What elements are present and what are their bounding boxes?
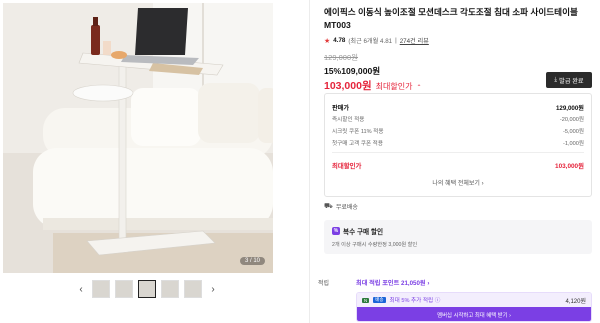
breakdown-final-row: 최대할인가 103,000원 (332, 159, 584, 171)
sale-price-label: 최대할인가 (375, 82, 413, 91)
breakdown-label: 즉시할인 적용 (332, 117, 365, 123)
shipping-info: ⛟ 무료배송 (324, 202, 358, 211)
breakdown-row: 첫구매 고객 쿠폰 적용 -1,000원 (332, 137, 584, 149)
rating-row: ★ 4.78 (최근 6개월 4.81 | 274건 리뷰 (324, 36, 592, 45)
image-counter: 3 / 10 (239, 257, 265, 265)
star-icon: ★ (324, 37, 331, 45)
breakdown-row: 시크릿 쿠폰 11% 적용 -5,000원 (332, 125, 584, 137)
thumbnail-1[interactable] (92, 280, 110, 298)
membership-promo-info: N 배송 최대 5% 추가 적립 ⓘ 4,120원 (357, 293, 591, 307)
breakdown-final-value: 103,000원 (555, 162, 584, 170)
breakdown-row: 즉시할인 적용 -20,000원 (332, 113, 584, 125)
multi-buy-description: 2개 이상 구매시 수량한정 3,000원 할인 (332, 242, 418, 248)
product-info-panel: 에이픽스 이동식 높이조절 모션데스크 각도조절 침대 소파 사이드테이블 MT… (318, 6, 592, 322)
breakdown-label: 시크릿 쿠폰 11% 적용 (332, 129, 384, 135)
chevron-up-icon[interactable]: ⌃ (416, 84, 421, 91)
breakdown-divider (332, 152, 584, 153)
breakdown-value: 129,000원 (555, 104, 584, 112)
rating-score: 4.78 (333, 37, 346, 44)
points-section-label: 적립 (318, 281, 330, 287)
rating-separator: | (395, 37, 397, 44)
start-membership-button[interactable]: 멤버십 시작하고 최대 혜택 받기 › (357, 307, 591, 321)
naver-badge: N (362, 297, 370, 303)
download-icon: ⤓ (554, 76, 558, 83)
original-price: 129,000원 (324, 53, 359, 62)
coupon-button-label: 발급 완료 (559, 77, 584, 85)
column-divider (309, 0, 310, 323)
product-main-image[interactable]: 3 / 10 (3, 3, 273, 273)
price-breakdown-box: 판매가 129,000원 즉시할인 적용 -20,000원 시크릿 쿠폰 11%… (324, 93, 592, 197)
multi-buy-discount-box: % 복수 구매 할인 2개 이상 구매시 수량한정 3,000원 할인 (324, 220, 592, 254)
thumbnail-5[interactable] (184, 280, 202, 298)
thumbnail-2[interactable] (115, 280, 133, 298)
breakdown-final-label: 최대할인가 (332, 162, 362, 170)
breakdown-value: -5,000원 (562, 129, 584, 135)
discount-icon: % (332, 227, 340, 235)
thumbnail-3[interactable] (138, 280, 156, 298)
promo-text: 최대 5% 추가 적립 ⓘ (389, 298, 441, 304)
breakdown-label: 첫구매 고객 쿠폰 적용 (332, 141, 383, 147)
thumbnail-next-button[interactable]: › (207, 284, 219, 295)
thumbnail-4[interactable] (161, 280, 179, 298)
membership-promo-box: N 배송 최대 5% 추가 적립 ⓘ 4,120원 멤버십 시작하고 최대 혜택… (356, 292, 592, 322)
max-points-link[interactable]: 최대 적립 포인트 21,050원 › (356, 278, 429, 287)
delivery-badge: 배송 (373, 297, 386, 303)
rating-detail: (최근 6개월 4.81 (348, 38, 393, 45)
breakdown-row: 판매가 129,000원 (332, 101, 584, 113)
view-all-benefits-link[interactable]: 나의 혜택 전체보기 › (332, 178, 584, 187)
truck-icon: ⛟ (324, 203, 333, 210)
product-title: 에이픽스 이동식 높이조절 모션데스크 각도조절 침대 소파 사이드테이블 MT… (324, 7, 578, 30)
product-photo-illustration (3, 3, 273, 273)
multi-buy-title-row: % 복수 구매 할인 (332, 226, 584, 236)
review-count-link[interactable]: 274건 리뷰 (400, 36, 429, 45)
thumbnail-prev-button[interactable]: ‹ (75, 284, 87, 295)
coupon-issued-button[interactable]: ⤓ 발급 완료 (546, 72, 592, 88)
product-gallery: 3 / 10 ‹ › (0, 0, 310, 323)
breakdown-label: 판매가 (332, 104, 350, 112)
breakdown-value: -20,000원 (559, 117, 584, 123)
sale-price: 103,000원 (324, 80, 372, 92)
promo-value: 4,120원 (565, 298, 586, 305)
breakdown-value: -1,000원 (562, 141, 584, 147)
shipping-label: 무료배송 (335, 205, 358, 211)
thumbnail-strip: ‹ › (75, 280, 219, 298)
multi-buy-title: 복수 구매 할인 (343, 229, 384, 236)
